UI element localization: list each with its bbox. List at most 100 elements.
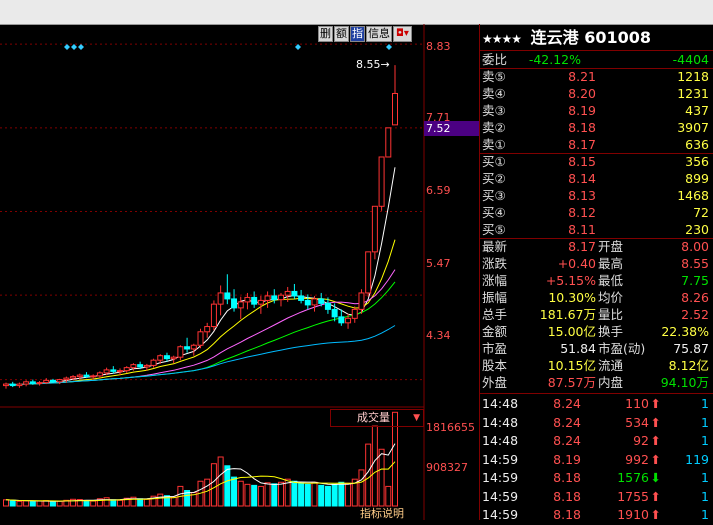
volume-bar [264,482,271,507]
candle-body [83,374,90,378]
stat-row: 外盘 87.57万 内盘 94.10万 [482,374,711,391]
tab-info[interactable]: 信息 [366,26,392,42]
sell-level-row: 卖⑤ 8.21 1218 [482,68,711,85]
candle-body [96,372,103,377]
stat-label: 涨幅 [482,273,508,288]
candle-body [392,92,398,126]
tick-count: 1 [701,433,709,448]
stat-value: 94.10万 [660,375,709,390]
candle-body [137,364,144,368]
volume-bar [345,482,352,507]
sell-level-volume: 3907 [677,120,709,135]
candle-body [117,370,124,373]
tab-amount[interactable]: 额 [334,26,349,42]
weibi-label: 委比 [482,52,508,67]
volume-bar [157,493,164,507]
buy-level-row: 买④ 8.12 72 [482,204,711,221]
volume-bar [271,483,278,507]
price-axis-label: 6.59 [426,184,451,197]
candle-body [70,376,77,379]
buy-level-row: 买① 8.15 356 [482,153,711,170]
buy-level-price: 8.13 [568,188,596,203]
diamond-marker-icon [64,44,70,50]
volume-bar [311,481,318,507]
sell-level-volume: 1218 [677,69,709,84]
volume-indicator-select[interactable]: 成交量 ▼ [330,409,424,427]
stat-label: 金额 [482,324,508,339]
stat-value: 75.87 [673,341,709,356]
volume-bar [298,482,305,507]
tick-volume: 992 [625,451,649,467]
volume-bar [83,500,90,507]
stat-value: 8.00 [681,239,709,254]
sell-level-price: 8.20 [568,86,596,101]
candle-body [237,301,244,309]
tick-row: 14:48 8.24 110 ⬆ 1 [482,395,711,414]
candle-body [157,355,164,361]
stat-row: 最新 8.17 开盘 8.00 [482,238,711,255]
stat-label: 市盈(动) [598,341,646,356]
close-panel-icon[interactable]: ◘▾ [393,26,412,42]
tab-indicator[interactable]: 指 [350,26,365,42]
kline-chart[interactable] [0,24,479,520]
stat-label: 市盈 [482,341,508,356]
diamond-marker-icon [386,44,392,50]
stat-value: 8.26 [681,290,709,305]
sell-level-volume: 636 [685,137,709,152]
diamond-marker-icon [71,44,77,50]
buy-level-label: 买② [482,171,506,186]
stock-name: 连云港 [530,28,579,47]
candle-body [291,290,298,297]
candle-body [56,379,63,383]
stat-label: 最低 [598,273,624,288]
buy-level-volume: 230 [685,222,709,237]
candle-body [231,298,238,309]
candle-body [150,359,157,366]
stat-row: 振幅 10.30% 均价 8.26 [482,289,711,306]
volume-indicator-label: 成交量 [357,411,390,424]
volume-bar [103,497,110,507]
diamond-marker-icon [78,44,84,50]
tick-time: 14:59 [482,507,519,522]
indicator-help-tab[interactable]: 指标说明 [360,508,430,520]
candle-body [284,290,291,296]
tick-volume: 1755 [617,488,649,504]
tick-time: 14:59 [482,488,519,504]
volume-bar [257,485,264,507]
arrow-up-icon: ⬆ [650,433,661,448]
volume-bar [365,443,372,507]
tick-time: 14:59 [482,451,519,467]
candle-body [16,383,23,387]
tab-delete[interactable]: 删 [318,26,333,42]
tick-count: 1 [701,396,709,411]
buy-level-price: 8.11 [568,222,596,237]
stat-value: 8.12亿 [668,358,709,373]
candle-body [311,298,318,306]
stat-label: 最新 [482,239,508,254]
stat-label: 量比 [598,307,624,322]
buy-level-volume: 356 [685,154,709,169]
tick-price: 8.18 [553,507,581,522]
sell-level-volume: 437 [685,103,709,118]
volume-bar [251,484,258,507]
buy-level-volume: 1468 [677,188,709,203]
sell-level-row: 卖① 8.17 636 [482,136,711,153]
candle-body [123,367,130,372]
tick-price: 8.18 [553,470,581,485]
stat-row: 总手 181.67万 量比 2.52 [482,306,711,323]
tick-count: 1 [701,488,709,504]
buy-level-price: 8.15 [568,154,596,169]
candle-body [358,292,365,310]
candle-body [184,346,191,350]
volume-bar [358,469,365,507]
ma20-line [5,269,396,386]
candle-body [345,317,352,324]
stat-value: 8.17 [568,239,596,254]
candle-body [43,379,50,384]
stat-value: 8.55 [681,256,709,271]
price-axis-label: 5.47 [426,257,451,270]
candle-body [264,295,271,301]
tick-price: 8.19 [553,451,581,467]
stat-label: 外盘 [482,375,508,390]
volume-bar [16,500,23,507]
